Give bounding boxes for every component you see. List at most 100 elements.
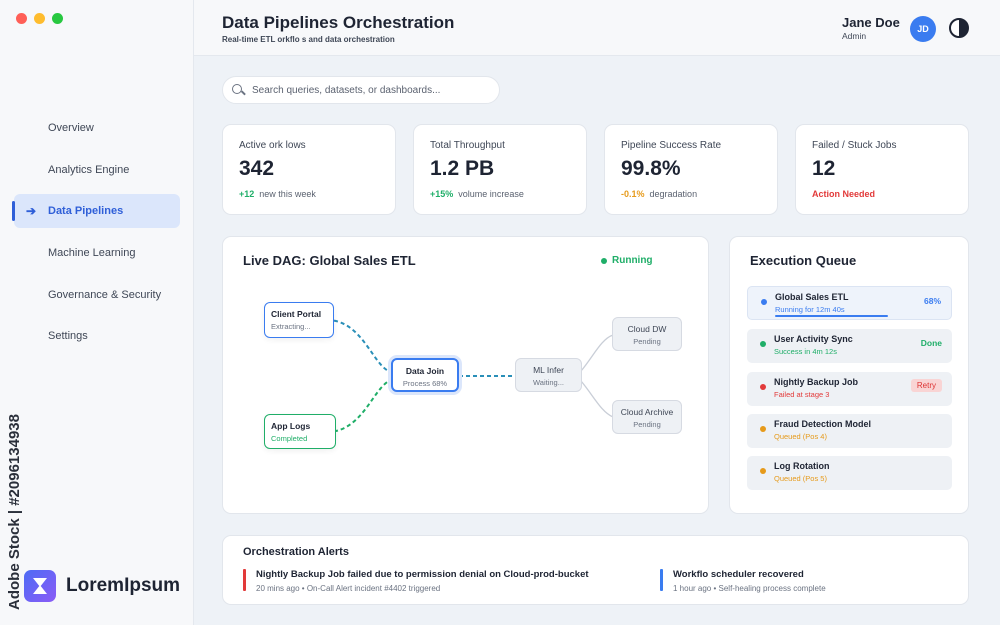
sidebar-item-settings[interactable]: Settings [14, 319, 180, 353]
node-status: Extracting... [271, 322, 311, 331]
edge-ml-to-dw [580, 334, 614, 372]
edge-client-to-join [326, 319, 392, 373]
queue-item[interactable]: Global Sales ETL Running for 12m 40s 68% [747, 286, 952, 320]
header: Data Pipelines Orchestration Real-time E… [194, 0, 1000, 56]
status-dot-icon [761, 299, 767, 305]
alert-item[interactable]: Workflo scheduler recovered 1 hour ago •… [660, 569, 826, 593]
dag-node-cloud-dw[interactable]: Cloud DW Pending [612, 317, 682, 351]
status-dot-icon [760, 468, 766, 474]
sidebar-nav: Overview Analytics Engine ➔ Data Pipeline… [12, 111, 180, 361]
stat-delta-text: degradation [649, 189, 698, 199]
alerts-title: Orchestration Alerts [243, 546, 349, 558]
dag-node-data-join[interactable]: Data Join Process 68% [391, 358, 459, 392]
sidebar-item-machine-learning[interactable]: Machine Learning [14, 236, 180, 270]
stat-card-pipeline-success-rate: Pipeline Success Rate 99.8% -0.1% degrad… [604, 124, 778, 215]
page-subtitle: Real-time ETL orkflo s and data orchestr… [222, 35, 395, 44]
queue-item-progress-label: 68% [923, 296, 941, 306]
node-title: Client Portal [271, 309, 322, 319]
edge-logs-to-join [326, 379, 392, 433]
stat-delta: +15% [430, 189, 454, 199]
queue-item[interactable]: User Activity Sync Success in 4m 12s Don… [747, 329, 952, 363]
sidebar-item-label: Data Pipelines [48, 205, 124, 218]
queue-item[interactable]: Log Rotation Queued (Pos 5) [747, 456, 952, 490]
queue-item[interactable]: Nightly Backup Job Failed at stage 3 Ret… [747, 372, 952, 406]
stat-value: 99.8% [621, 157, 681, 180]
stat-delta: -0.1% [621, 189, 645, 199]
window-controls [16, 13, 63, 24]
sidebar-item-label: Machine Learning [48, 247, 136, 260]
status-dot-icon [760, 341, 766, 347]
alert-severity-bar [660, 569, 663, 591]
queue-item-status: Success in 4m 12s [774, 347, 837, 356]
user-role: Admin [842, 31, 867, 41]
brand-logo[interactable]: LoremIpsum [24, 570, 180, 602]
queue-item-name: Fraud Detection Model [774, 419, 872, 429]
node-title: Data Join [405, 366, 445, 376]
node-title: Cloud DW [627, 324, 667, 334]
alert-title: Workflo scheduler recovered [673, 569, 804, 580]
queue-item-status: Running for 12m 40s [775, 305, 845, 314]
stat-delta-text: volume increase [458, 189, 524, 199]
sidebar-item-label: Analytics Engine [48, 163, 130, 176]
sidebar-item-overview[interactable]: Overview [14, 111, 180, 145]
dag-edges [324, 317, 614, 435]
sidebar-item-data-pipelines[interactable]: ➔ Data Pipelines [12, 194, 180, 229]
arrow-right-icon: ➔ [26, 204, 37, 219]
edge-ml-to-archive [580, 380, 614, 418]
dag-node-client-portal[interactable]: Client Portal Extracting... [264, 302, 334, 338]
sidebar-item-governance-security[interactable]: Governance & Security [14, 278, 180, 312]
minimize-window-button[interactable] [34, 13, 45, 24]
stat-card-active-workflows: Active ork lows 342 +12 new this week [222, 124, 396, 215]
stock-watermark: Adobe Stock | #2096134938 [6, 414, 23, 610]
stat-delta: +12 [239, 189, 255, 199]
queue-item-status: Queued (Pos 4) [774, 432, 827, 441]
queue-item-done-label: Done [920, 338, 942, 348]
avatar[interactable]: JD [910, 16, 936, 42]
sidebar-item-label: Overview [48, 122, 94, 134]
status-dot-icon [760, 426, 766, 432]
status-dot-icon [760, 384, 766, 390]
node-status: Pending [633, 420, 661, 429]
node-title: Cloud Archive [620, 407, 674, 417]
stat-label: Pipeline Success Rate [621, 140, 722, 151]
logo-icon [24, 570, 56, 602]
alert-meta: 1 hour ago • Self-healing process comple… [673, 584, 826, 593]
stat-value: 342 [239, 157, 275, 180]
queue-item[interactable]: Fraud Detection Model Queued (Pos 4) [747, 414, 952, 448]
maximize-window-button[interactable] [52, 13, 63, 24]
close-window-button[interactable] [16, 13, 27, 24]
stat-delta-text: new this week [259, 189, 316, 199]
page-title: Data Pipelines Orchestration [222, 13, 455, 32]
queue-progress-bar [775, 315, 888, 317]
stat-label: Active ork lows [239, 140, 306, 151]
node-status: Waiting... [533, 378, 564, 387]
alert-title: Nightly Backup Job failed due to permiss… [256, 569, 589, 580]
node-status: Pending [633, 337, 661, 346]
stat-alert-text: Action Needed [812, 189, 876, 199]
alert-meta: 20 mins ago • On-Call Alert incident #44… [256, 584, 441, 593]
sidebar-item-label: Governance & Security [48, 288, 162, 301]
alert-severity-bar [243, 569, 246, 591]
search-input[interactable] [252, 84, 492, 96]
stat-label: Total Throughput [430, 140, 505, 151]
dag-node-ml-infer[interactable]: ML Infer Waiting... [515, 358, 582, 392]
stat-card-total-throughput: Total Throughput 1.2 PB +15% volume incr… [413, 124, 587, 215]
queue-item-status: Queued (Pos 5) [774, 474, 827, 483]
theme-toggle-icon[interactable] [949, 18, 969, 38]
dag-node-app-logs[interactable]: App Logs Completed [264, 414, 336, 449]
orchestration-alerts-panel: Orchestration Alerts Nightly Backup Job … [222, 535, 969, 605]
stat-value: 1.2 PB [430, 157, 495, 180]
queue-item-name: Log Rotation [774, 461, 830, 471]
execution-queue-panel: Execution Queue Global Sales ETL Running… [729, 236, 969, 514]
logo-text: LoremIpsum [66, 575, 181, 596]
node-status: Completed [271, 434, 308, 443]
stat-value: 12 [812, 157, 836, 180]
search-bar[interactable] [222, 76, 500, 104]
sidebar: Overview Analytics Engine ➔ Data Pipeline… [0, 0, 194, 625]
retry-button[interactable]: Retry [910, 379, 942, 392]
alert-item[interactable]: Nightly Backup Job failed due to permiss… [243, 569, 589, 593]
dag-node-cloud-archive[interactable]: Cloud Archive Pending [612, 400, 682, 434]
search-icon [232, 83, 245, 97]
sidebar-item-analytics-engine[interactable]: Analytics Engine [14, 153, 180, 187]
stat-label: Failed / Stuck Jobs [812, 140, 897, 151]
